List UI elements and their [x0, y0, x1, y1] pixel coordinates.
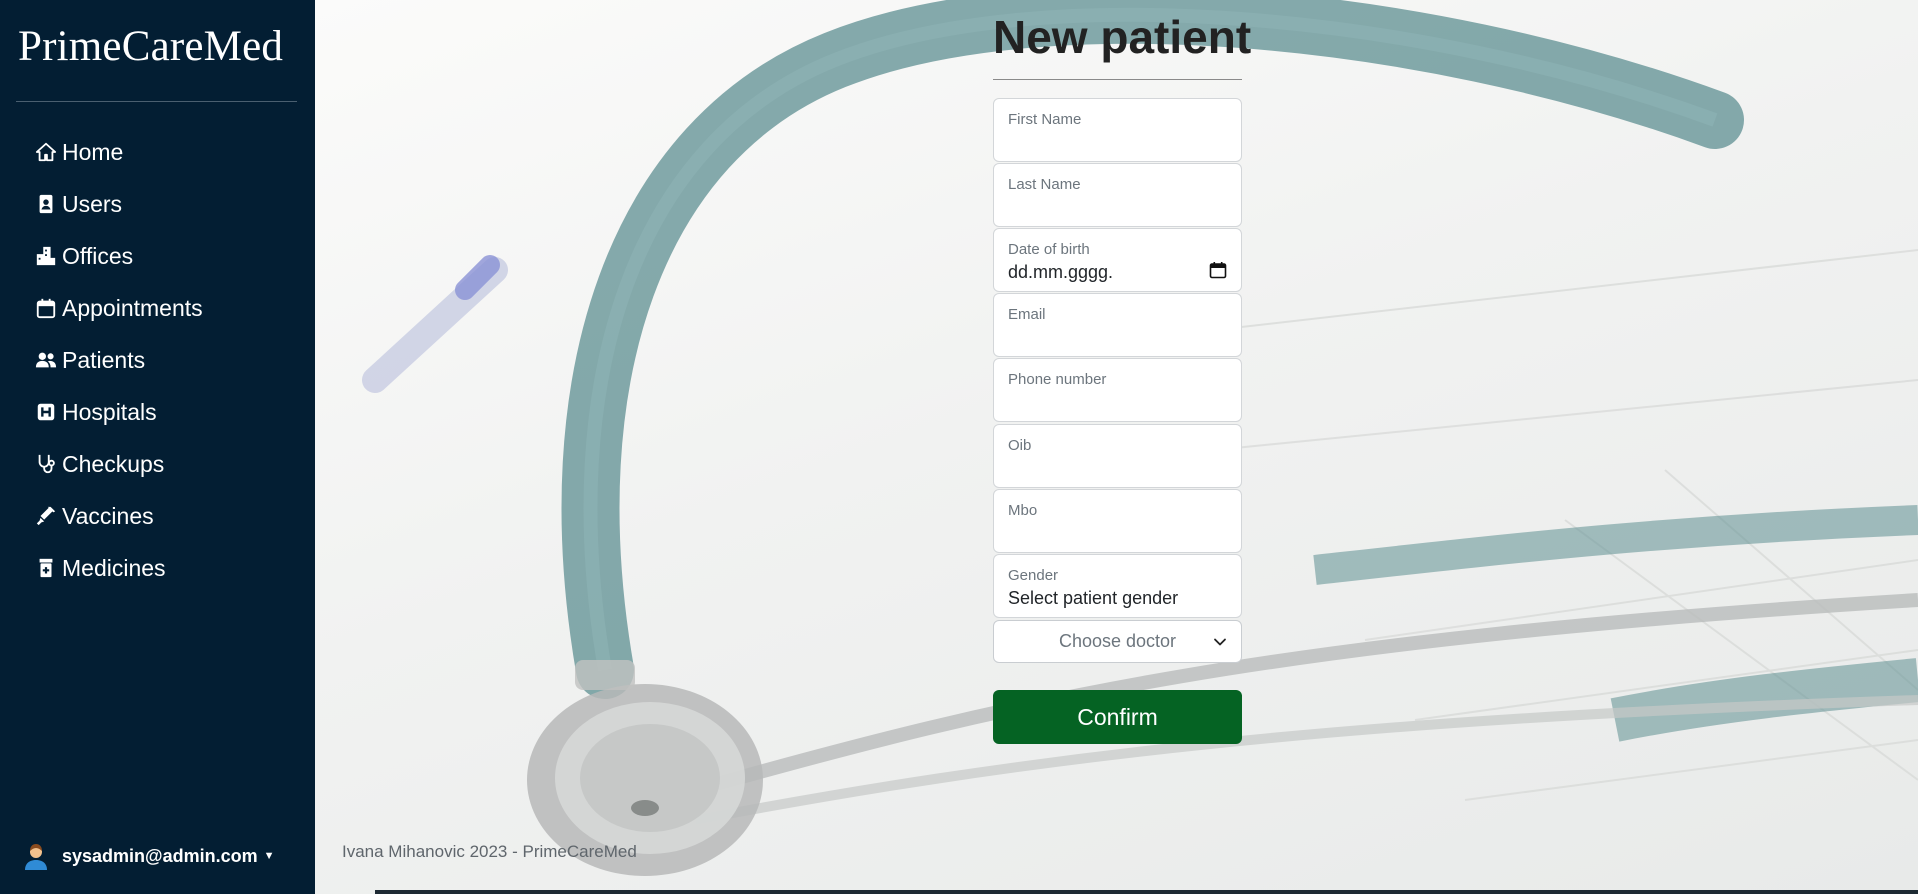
last-name-field[interactable]: Last Name — [993, 163, 1242, 227]
home-icon — [34, 140, 58, 164]
mbo-field[interactable]: Mbo — [993, 489, 1242, 553]
sidebar-item-medicines[interactable]: Medicines — [34, 542, 203, 594]
last-name-input[interactable] — [1008, 198, 1228, 220]
building-icon — [34, 244, 58, 268]
chevron-down-icon — [1214, 638, 1226, 646]
sidebar-item-vaccines[interactable]: Vaccines — [34, 490, 203, 542]
sidebar-item-patients[interactable]: Patients — [34, 334, 203, 386]
calendar-icon — [34, 296, 58, 320]
oib-label: Oib — [1008, 437, 1032, 454]
sidebar-item-label: Appointments — [62, 294, 203, 321]
user-badge-icon — [34, 192, 58, 216]
mbo-label: Mbo — [1008, 502, 1038, 519]
confirm-button[interactable]: Confirm — [993, 690, 1242, 744]
first-name-label: First Name — [1008, 111, 1082, 128]
date-of-birth-value[interactable]: dd.mm.gggg. — [1008, 262, 1113, 283]
sidebar: PrimeCareMed Home Users Offices Appointm… — [0, 0, 315, 894]
sidebar-nav: Home Users Offices Appointments Patients… — [34, 126, 203, 594]
sidebar-item-label: Home — [62, 138, 124, 165]
sidebar-item-hospitals[interactable]: Hospitals — [34, 386, 203, 438]
syringe-icon — [34, 504, 58, 528]
sidebar-item-appointments[interactable]: Appointments — [34, 282, 203, 334]
oib-field[interactable]: Oib — [993, 424, 1242, 488]
email-field[interactable]: Email — [993, 293, 1242, 357]
footer-text: Ivana Mihanovic 2023 - PrimeCareMed — [342, 842, 637, 861]
mbo-input[interactable] — [1008, 524, 1228, 546]
date-of-birth-label: Date of birth — [1008, 241, 1090, 258]
brand-divider — [16, 101, 297, 102]
sidebar-item-label: Patients — [62, 346, 146, 373]
brand-logo[interactable]: PrimeCareMed — [18, 22, 283, 71]
stethoscope-icon — [34, 452, 58, 476]
doctor-select-value: Choose doctor — [1058, 631, 1177, 651]
page-title: New patient — [993, 11, 1252, 63]
gender-field[interactable]: Gender Select patient gender — [993, 554, 1242, 618]
first-name-field[interactable]: First Name — [993, 98, 1242, 162]
sidebar-item-home[interactable]: Home — [34, 126, 203, 178]
sidebar-item-checkups[interactable]: Checkups — [34, 438, 203, 490]
gender-select-value[interactable]: Select patient gender — [1008, 588, 1178, 609]
phone-label: Phone number — [1008, 371, 1107, 388]
sidebar-item-offices[interactable]: Offices — [34, 230, 203, 282]
email-input[interactable] — [1008, 328, 1228, 350]
user-email: sysadmin@admin.com — [62, 845, 258, 866]
user-menu[interactable]: sysadmin@admin.com ▼ — [22, 842, 275, 870]
title-divider — [993, 79, 1242, 80]
phone-input[interactable] — [1008, 393, 1228, 415]
calendar-picker-icon[interactable] — [1209, 261, 1227, 279]
sidebar-item-label: Medicines — [62, 554, 166, 581]
sidebar-item-label: Vaccines — [62, 502, 154, 529]
sidebar-item-label: Checkups — [62, 450, 165, 477]
last-name-label: Last Name — [1008, 176, 1081, 193]
doctor-select[interactable]: Choose doctor — [993, 620, 1242, 663]
user-avatar-icon — [25, 844, 47, 870]
bottom-bar — [375, 890, 1918, 894]
sidebar-item-label: Hospitals — [62, 398, 157, 425]
phone-field[interactable]: Phone number — [993, 358, 1242, 422]
first-name-input[interactable] — [1008, 133, 1228, 155]
sidebar-item-label: Users — [62, 190, 123, 217]
medicine-icon — [34, 556, 58, 580]
gender-label: Gender — [1008, 567, 1059, 584]
sidebar-item-users[interactable]: Users — [34, 178, 203, 230]
caret-down-icon: ▼ — [263, 850, 275, 862]
date-of-birth-field[interactable]: Date of birth dd.mm.gggg. — [993, 228, 1242, 292]
hospital-icon — [34, 400, 58, 424]
people-icon — [34, 348, 58, 372]
email-label: Email — [1008, 306, 1046, 323]
oib-input[interactable] — [1008, 459, 1228, 481]
sidebar-item-label: Offices — [62, 242, 134, 269]
